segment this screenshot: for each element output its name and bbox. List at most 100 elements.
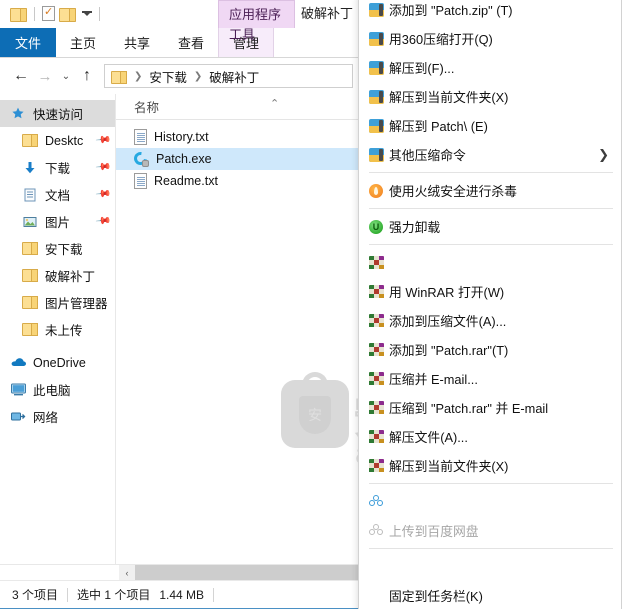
sidebar-item-label: 图片 xyxy=(45,216,71,230)
forward-icon[interactable]: → xyxy=(34,64,56,88)
menu-separator xyxy=(369,208,613,209)
winrar-icon xyxy=(369,371,389,386)
tab-file[interactable]: 文件 xyxy=(0,28,56,57)
navigation-pane: 快速访问 Desktc 📌 下载 📌 文档 📌 图片 📌 安下载 破解补丁 图片… xyxy=(0,94,116,564)
address-bar[interactable]: ❯ 安下载 ❯ 破解补丁 xyxy=(104,64,353,88)
compress360-icon xyxy=(369,118,389,133)
menu-separator xyxy=(369,548,613,549)
sidebar-item-downloads[interactable]: 下载 📌 xyxy=(0,154,115,181)
menu-item-label: 解压到当前文件夹(X) xyxy=(389,90,509,105)
menu-item-pin-to-taskbar[interactable] xyxy=(359,552,621,581)
scroll-left-icon[interactable]: ‹ xyxy=(119,565,135,580)
list-item[interactable]: Readme.txt xyxy=(116,170,359,192)
folder-icon xyxy=(22,133,39,149)
sidebar-item-pictures[interactable]: 图片 📌 xyxy=(0,208,115,235)
menu-item-extract-here-360[interactable]: 解压到当前文件夹(X) xyxy=(359,82,621,111)
breadcrumb-item-0[interactable]: 安下载 xyxy=(149,67,187,86)
tab-share[interactable]: 共享 xyxy=(110,28,164,57)
folder-icon xyxy=(22,268,39,284)
text-file-icon xyxy=(134,173,147,189)
menu-item-extract-to-patch-360[interactable]: 解压到 Patch\ (E) xyxy=(359,111,621,140)
file-name: Readme.txt xyxy=(154,174,218,188)
column-header-name[interactable]: 名称 xyxy=(134,97,159,116)
breadcrumb-separator: ❯ xyxy=(134,70,143,82)
menu-item-auto-backup-folder: 上传到百度网盘 xyxy=(359,516,621,545)
scrollbar-thumb[interactable] xyxy=(135,565,359,580)
compress360-icon xyxy=(369,2,389,17)
menu-item-open-with-360[interactable]: 用360压缩打开(Q) xyxy=(359,24,621,53)
status-selection: 选中 1 个项目 xyxy=(77,588,151,602)
new-folder-icon[interactable] xyxy=(59,7,76,22)
sidebar-item-documents[interactable]: 文档 📌 xyxy=(0,181,115,208)
breadcrumb-item-1[interactable]: 破解补丁 xyxy=(209,67,259,86)
menu-item-extract-to-patch-winrar[interactable]: 解压到当前文件夹(X) xyxy=(359,451,621,480)
sort-indicator-icon: ⌃ xyxy=(270,98,280,110)
tab-home[interactable]: 主页 xyxy=(56,28,110,57)
menu-item-label: 解压到当前文件夹(X) xyxy=(389,459,509,474)
cloud-icon xyxy=(10,355,27,371)
sidebar-item-desktop[interactable]: Desktc 📌 xyxy=(0,127,115,154)
menu-item-extract-files[interactable]: 压缩到 "Patch.rar" 并 E-mail xyxy=(359,393,621,422)
ribbon-tab-bar: 文件 主页 共享 查看 管理 xyxy=(0,28,359,58)
status-divider-2 xyxy=(213,587,215,602)
sidebar-item-crack-patch[interactable]: 破解补丁 xyxy=(0,262,115,289)
back-icon[interactable]: ← xyxy=(10,64,32,88)
sidebar-item-this-pc[interactable]: 此电脑 xyxy=(0,376,115,403)
menu-item-add-to-patch-rar[interactable]: 添加到压缩文件(A)... xyxy=(359,306,621,335)
menu-item-compress-to-patch-rar-and-email[interactable]: 压缩并 E-mail... xyxy=(359,364,621,393)
folder-icon[interactable] xyxy=(10,7,27,22)
sidebar-item-anxiazai[interactable]: 安下载 xyxy=(0,235,115,262)
menu-item-huorong-scan[interactable]: 使用火绒安全进行杀毒 xyxy=(359,176,621,205)
sidebar-item-quick-access[interactable]: 快速访问 xyxy=(0,100,115,127)
folder-icon xyxy=(22,241,39,257)
menu-item-force-uninstall[interactable]: U 强力卸载 xyxy=(359,212,621,241)
customize-dropdown-icon[interactable] xyxy=(82,11,92,16)
horizontal-scrollbar[interactable]: ‹ xyxy=(0,564,359,580)
menu-item-add-to-archive[interactable]: 用 WinRAR 打开(W) xyxy=(359,277,621,306)
navigation-bar: ← → ⌄ ↑ ❯ 安下载 ❯ 破解补丁 xyxy=(0,58,359,94)
menu-item-upload-to-baidu-netdisk[interactable] xyxy=(359,487,621,516)
folder-icon xyxy=(111,70,127,84)
window-title: 破解补丁 xyxy=(300,6,353,21)
sidebar-item-label: 下载 xyxy=(45,162,71,176)
pin-icon: 📌 xyxy=(94,159,112,176)
screen: 应用程序工具 破解补丁 文件 主页 共享 查看 管理 ← → ⌄ ↑ ❯ 安下载… xyxy=(0,0,622,609)
file-explorer-window: 应用程序工具 破解补丁 文件 主页 共享 查看 管理 ← → ⌄ ↑ ❯ 安下载… xyxy=(0,0,447,609)
tab-view[interactable]: 查看 xyxy=(164,28,218,57)
scrollbar-spacer xyxy=(0,565,119,580)
menu-item-compress-and-email[interactable]: 添加到 "Patch.rar"(T) xyxy=(359,335,621,364)
uninstall-icon: U xyxy=(369,219,389,234)
winrar-icon xyxy=(369,284,389,299)
menu-item-label: 添加到 "Patch.zip" (T) xyxy=(389,3,513,18)
status-size: 1.44 MB xyxy=(159,587,205,602)
file-list-pane: 名称 ⌃ History.txt Patch.exe Readme.txt 安 xyxy=(116,94,447,564)
network-icon xyxy=(10,409,27,425)
compress360-icon xyxy=(369,147,389,162)
sidebar-item-network[interactable]: 网络 xyxy=(0,403,115,430)
menu-item-open-with-winrar[interactable] xyxy=(359,248,621,277)
menu-item-extract-to[interactable]: 解压到(F)... xyxy=(359,53,621,82)
menu-item-label: 使用火绒安全进行杀毒 xyxy=(389,184,517,199)
properties-icon[interactable] xyxy=(42,5,55,21)
chevron-right-icon: ❯ xyxy=(598,146,609,162)
up-icon[interactable]: ↑ xyxy=(76,64,98,88)
menu-item-add-to-patch-zip[interactable]: 添加到 "Patch.zip" (T) xyxy=(359,0,621,24)
folder-icon xyxy=(22,295,39,311)
list-item[interactable]: Patch.exe xyxy=(116,148,359,170)
sidebar-item-not-uploaded[interactable]: 未上传 xyxy=(0,316,115,343)
sidebar-item-onedrive[interactable]: OneDrive xyxy=(0,349,115,376)
menu-item-label: 压缩并 E-mail... xyxy=(389,372,478,387)
baidu-netdisk-icon xyxy=(369,495,389,508)
menu-item-label: 解压到(F)... xyxy=(389,61,455,76)
menu-item-extract-here-winrar[interactable]: 解压文件(A)... xyxy=(359,422,621,451)
recent-locations-icon[interactable]: ⌄ xyxy=(58,64,74,88)
folder-icon xyxy=(22,322,39,338)
menu-item-restore-previous-versions[interactable]: 固定到任务栏(K) xyxy=(359,581,621,609)
sidebar-item-label: 此电脑 xyxy=(33,384,71,398)
sidebar-item-label: 图片管理器 xyxy=(45,297,108,311)
list-item[interactable]: History.txt xyxy=(116,126,359,148)
sidebar-item-image-manager[interactable]: 图片管理器 xyxy=(0,289,115,316)
sidebar-item-label: 未上传 xyxy=(45,324,83,338)
sidebar-item-label: 安下载 xyxy=(45,243,83,257)
menu-item-other-compress-commands[interactable]: 其他压缩命令 ❯ xyxy=(359,140,621,169)
